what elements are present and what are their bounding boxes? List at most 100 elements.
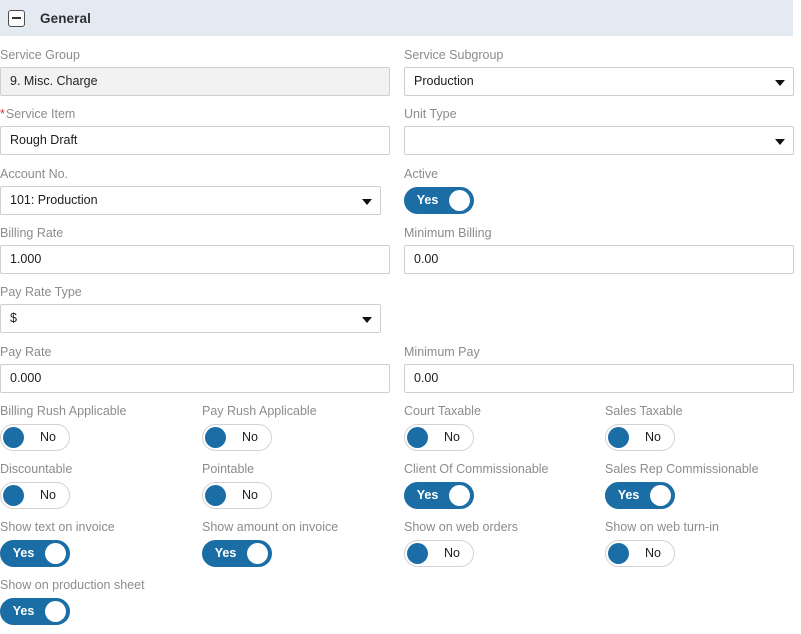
field-pay-rate-type: Pay Rate Type $ <box>0 284 381 333</box>
field-minimum-pay: Minimum Pay 0.00 <box>404 344 794 393</box>
field-pay-rate: Pay Rate 0.000 <box>0 344 390 393</box>
show-amount-on-invoice-toggle-label: Yes <box>203 541 248 566</box>
court-taxable-toggle[interactable]: No <box>404 424 474 451</box>
label-service-subgroup: Service Subgroup <box>404 47 794 63</box>
show-text-on-invoice-toggle[interactable]: Yes <box>0 540 70 567</box>
label-discountable: Discountable <box>0 461 72 477</box>
billing-rush-applicable-toggle-label: No <box>27 425 69 450</box>
field-minimum-billing: Minimum Billing 0.00 <box>404 225 794 274</box>
toggle-knob <box>45 601 66 622</box>
unit-type-select[interactable] <box>404 126 794 155</box>
toggle-knob <box>3 427 24 448</box>
billing-rush-applicable-toggle[interactable]: No <box>0 424 70 451</box>
show-amount-on-invoice-toggle[interactable]: Yes <box>202 540 272 567</box>
field-unit-type: Unit Type <box>404 106 794 155</box>
label-show-on-web-turn-in: Show on web turn-in <box>605 519 719 535</box>
pay-rate-type-value: $ <box>1 305 380 332</box>
field-service-group: Service Group 9. Misc. Charge <box>0 47 390 96</box>
chevron-down-icon <box>362 199 372 205</box>
minimum-pay-input[interactable]: 0.00 <box>404 364 794 393</box>
client-of-commissionable-toggle[interactable]: Yes <box>404 482 474 509</box>
toggle-knob <box>3 485 24 506</box>
chevron-down-icon <box>362 317 372 323</box>
court-taxable-toggle-label: No <box>431 425 473 450</box>
service-subgroup-select[interactable]: Production <box>404 67 794 96</box>
field-service-subgroup: Service Subgroup Production <box>404 47 794 96</box>
toggle-knob <box>449 485 470 506</box>
label-billing-rate: Billing Rate <box>0 225 390 241</box>
discountable-toggle[interactable]: No <box>0 482 70 509</box>
billing-rate-input[interactable]: 1.000 <box>0 245 390 274</box>
label-pay-rush-applicable: Pay Rush Applicable <box>202 403 317 419</box>
field-service-item: *Service Item Rough Draft <box>0 106 390 155</box>
field-show-on-web-turn-in: Show on web turn-in No <box>605 519 719 567</box>
label-court-taxable: Court Taxable <box>404 403 481 419</box>
show-on-production-sheet-toggle-label: Yes <box>1 599 46 624</box>
label-account-no: Account No. <box>0 166 381 182</box>
account-no-value: 101: Production <box>1 187 380 214</box>
toggle-knob <box>247 543 268 564</box>
label-show-on-web-orders: Show on web orders <box>404 519 518 535</box>
toggle-knob <box>45 543 66 564</box>
field-sales-rep-commissionable: Sales Rep Commissionable Yes <box>605 461 759 509</box>
toggle-knob <box>449 190 470 211</box>
chevron-down-icon <box>775 139 785 145</box>
toggle-knob <box>205 427 226 448</box>
label-minimum-billing: Minimum Billing <box>404 225 794 241</box>
sales-taxable-toggle-label: No <box>632 425 674 450</box>
service-subgroup-value: Production <box>405 68 793 95</box>
minus-square-icon[interactable] <box>8 10 25 27</box>
label-billing-rush-applicable: Billing Rush Applicable <box>0 403 126 419</box>
label-service-item-text: Service Item <box>6 107 75 121</box>
discountable-toggle-label: No <box>27 483 69 508</box>
sales-taxable-toggle[interactable]: No <box>605 424 675 451</box>
field-show-amount-on-invoice: Show amount on invoice Yes <box>202 519 338 567</box>
field-show-on-production-sheet: Show on production sheet Yes <box>0 577 145 625</box>
pointable-toggle-label: No <box>229 483 271 508</box>
pay-rush-applicable-toggle-label: No <box>229 425 271 450</box>
pay-rate-type-select[interactable]: $ <box>0 304 381 333</box>
toggle-knob <box>608 427 629 448</box>
field-active: Active Yes <box>404 166 474 214</box>
field-show-text-on-invoice: Show text on invoice Yes <box>0 519 115 567</box>
pay-rate-input[interactable]: 0.000 <box>0 364 390 393</box>
label-show-amount-on-invoice: Show amount on invoice <box>202 519 338 535</box>
label-pointable: Pointable <box>202 461 272 477</box>
field-billing-rush-applicable: Billing Rush Applicable No <box>0 403 126 451</box>
toggle-knob <box>650 485 671 506</box>
label-minimum-pay: Minimum Pay <box>404 344 794 360</box>
label-pay-rate-type: Pay Rate Type <box>0 284 381 300</box>
show-on-web-orders-toggle[interactable]: No <box>404 540 474 567</box>
label-show-text-on-invoice: Show text on invoice <box>0 519 115 535</box>
show-on-web-turn-in-toggle-label: No <box>632 541 674 566</box>
toggle-knob <box>205 485 226 506</box>
field-client-of-commissionable: Client Of Commissionable Yes <box>404 461 549 509</box>
field-show-on-web-orders: Show on web orders No <box>404 519 518 567</box>
field-court-taxable: Court Taxable No <box>404 403 481 451</box>
section-header-general: General <box>0 0 793 36</box>
sales-rep-commissionable-toggle[interactable]: Yes <box>605 482 675 509</box>
field-discountable: Discountable No <box>0 461 72 509</box>
pay-rush-applicable-toggle[interactable]: No <box>202 424 272 451</box>
toggle-knob <box>608 543 629 564</box>
field-pay-rush-applicable: Pay Rush Applicable No <box>202 403 317 451</box>
active-toggle[interactable]: Yes <box>404 187 474 214</box>
show-on-production-sheet-toggle[interactable]: Yes <box>0 598 70 625</box>
label-show-on-production-sheet: Show on production sheet <box>0 577 145 593</box>
field-billing-rate: Billing Rate 1.000 <box>0 225 390 274</box>
service-item-input[interactable]: Rough Draft <box>0 126 390 155</box>
service-group-input: 9. Misc. Charge <box>0 67 390 96</box>
field-sales-taxable: Sales Taxable No <box>605 403 683 451</box>
label-pay-rate: Pay Rate <box>0 344 390 360</box>
show-text-on-invoice-toggle-label: Yes <box>1 541 46 566</box>
minimum-billing-input[interactable]: 0.00 <box>404 245 794 274</box>
account-no-select[interactable]: 101: Production <box>0 186 381 215</box>
label-unit-type: Unit Type <box>404 106 794 122</box>
pointable-toggle[interactable]: No <box>202 482 272 509</box>
active-toggle-label: Yes <box>405 188 450 213</box>
sales-rep-commissionable-toggle-label: Yes <box>606 483 651 508</box>
toggle-knob <box>407 543 428 564</box>
field-account-no: Account No. 101: Production <box>0 166 381 215</box>
section-title: General <box>40 11 91 26</box>
show-on-web-turn-in-toggle[interactable]: No <box>605 540 675 567</box>
